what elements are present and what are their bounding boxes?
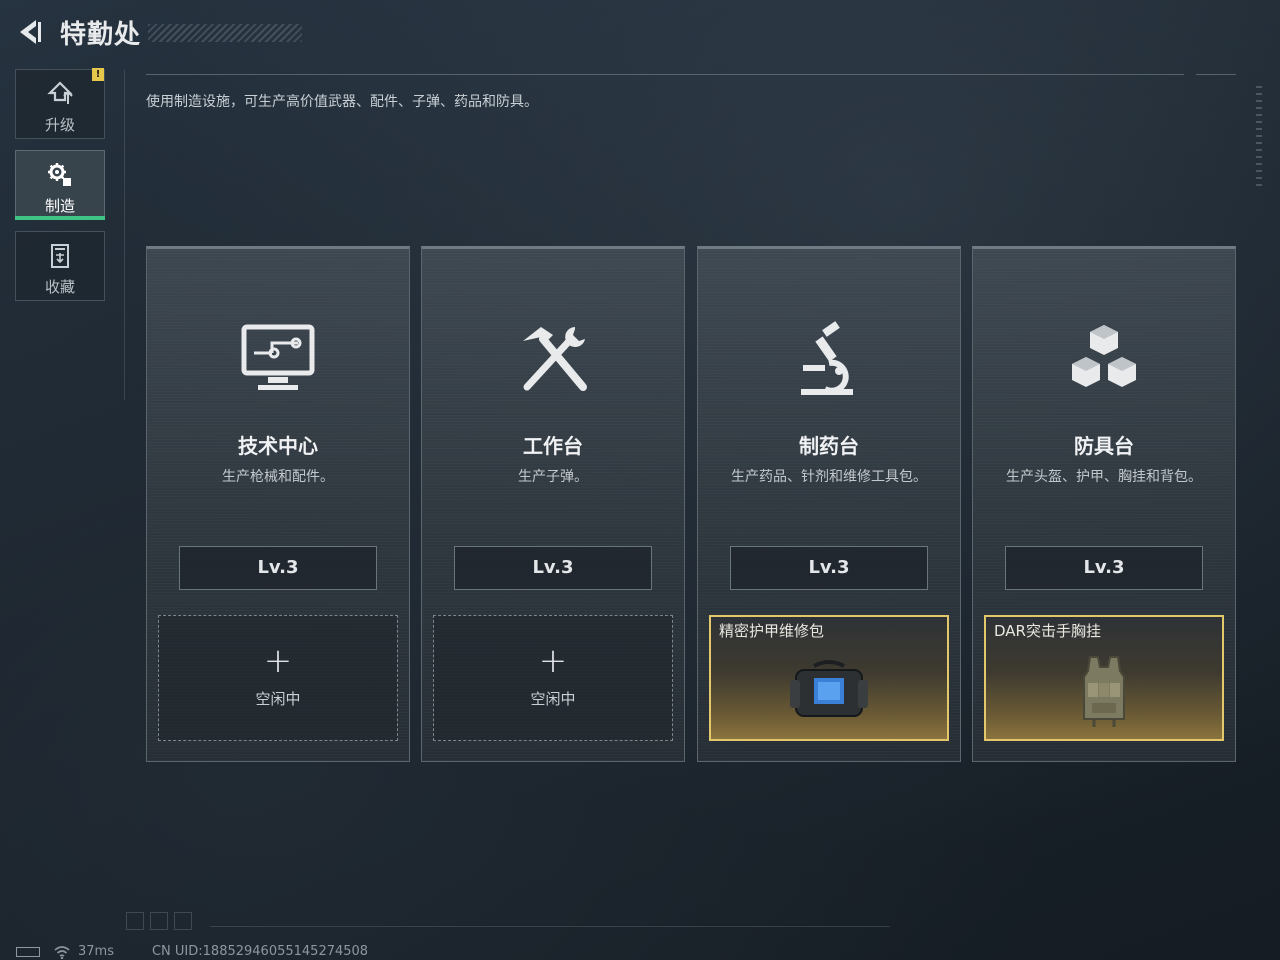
facility-description: 生产枪械和配件。 <box>222 469 334 485</box>
facility-card-workbench[interactable]: 工作台 生产子弹。 Lv.3 + 空闲中 <box>421 246 685 762</box>
sidebar-divider <box>124 70 125 400</box>
collection-icon <box>16 242 104 270</box>
facility-level: Lv.3 <box>1005 546 1203 590</box>
facility-name: 技术中心 <box>238 434 318 458</box>
item-name: DAR突击手胸挂 <box>994 622 1101 640</box>
facility-description: 生产头盔、护甲、胸挂和背包。 <box>1006 469 1202 485</box>
top-bar: 特勤处 <box>0 0 1280 64</box>
repair-kit-bag-icon <box>711 643 947 739</box>
ping-value: 37ms <box>78 944 114 959</box>
chest-rig-icon <box>986 643 1222 739</box>
microscope-icon <box>698 319 960 399</box>
slot-status: 空闲中 <box>530 690 576 708</box>
add-icon: + <box>538 641 568 681</box>
item-name: 精密护甲维修包 <box>719 622 825 640</box>
back-button[interactable] <box>14 16 46 48</box>
bottom-divider <box>210 926 890 927</box>
facility-card-tech-center[interactable]: 技术中心 生产枪械和配件。 Lv.3 + 空闲中 <box>146 246 410 762</box>
sidebar-tab-label: 收藏 <box>44 278 75 296</box>
back-arrow-icon <box>20 20 41 44</box>
production-slot-empty[interactable]: + 空闲中 <box>433 615 673 741</box>
facility-level: Lv.3 <box>730 546 928 590</box>
title-decoration <box>148 24 302 42</box>
wifi-icon <box>54 945 70 959</box>
production-slot-item[interactable]: DAR突击手胸挂 <box>984 615 1224 741</box>
facility-level: Lv.3 <box>179 546 377 590</box>
alert-badge: ! <box>92 68 104 81</box>
facility-level: Lv.3 <box>454 546 652 590</box>
facility-description: 生产药品、针剂和维修工具包。 <box>731 469 927 485</box>
production-slot-item[interactable]: 精密护甲维修包 <box>709 615 949 741</box>
facility-card-armor[interactable]: 防具台 生产头盔、护甲、胸挂和背包。 Lv.3 DAR突击手胸挂 <box>972 246 1236 762</box>
tech-monitor-icon <box>147 319 409 399</box>
sidebar-tab-label: 升级 <box>44 116 75 134</box>
page-description: 使用制造设施，可生产高价值武器、配件、子弹、药品和防具。 <box>146 94 538 110</box>
user-uid: CN UID:18852946055145274508 <box>151 944 369 959</box>
cubes-icon <box>973 319 1235 399</box>
sidebar-tab-craft[interactable]: 制造 <box>15 150 105 220</box>
page-title: 特勤处 <box>60 20 142 50</box>
facility-name: 工作台 <box>523 434 583 458</box>
slot-status: 空闲中 <box>255 690 301 708</box>
production-slot-empty[interactable]: + 空闲中 <box>158 615 398 741</box>
bottom-decoration <box>126 912 192 930</box>
gears-icon <box>16 161 104 189</box>
status-bar: 37ms CN UID:18852946055145274508 <box>16 943 368 960</box>
header-divider <box>146 74 1184 75</box>
facility-name: 制药台 <box>799 434 859 458</box>
facility-description: 生产子弹。 <box>518 469 588 485</box>
add-icon: + <box>263 641 293 681</box>
edge-decoration <box>1256 86 1262 186</box>
sidebar-tab-collection[interactable]: 收藏 <box>15 231 105 301</box>
battery-icon <box>16 946 40 957</box>
header-divider-end <box>1196 74 1236 75</box>
facility-name: 防具台 <box>1074 434 1134 458</box>
sidebar-tab-label: 制造 <box>44 197 75 215</box>
active-indicator <box>15 216 105 220</box>
upgrade-icon <box>16 80 104 108</box>
hammer-wrench-icon <box>422 319 684 399</box>
facility-card-pharmacy[interactable]: 制药台 生产药品、针剂和维修工具包。 Lv.3 精密护甲维修包 <box>697 246 961 762</box>
